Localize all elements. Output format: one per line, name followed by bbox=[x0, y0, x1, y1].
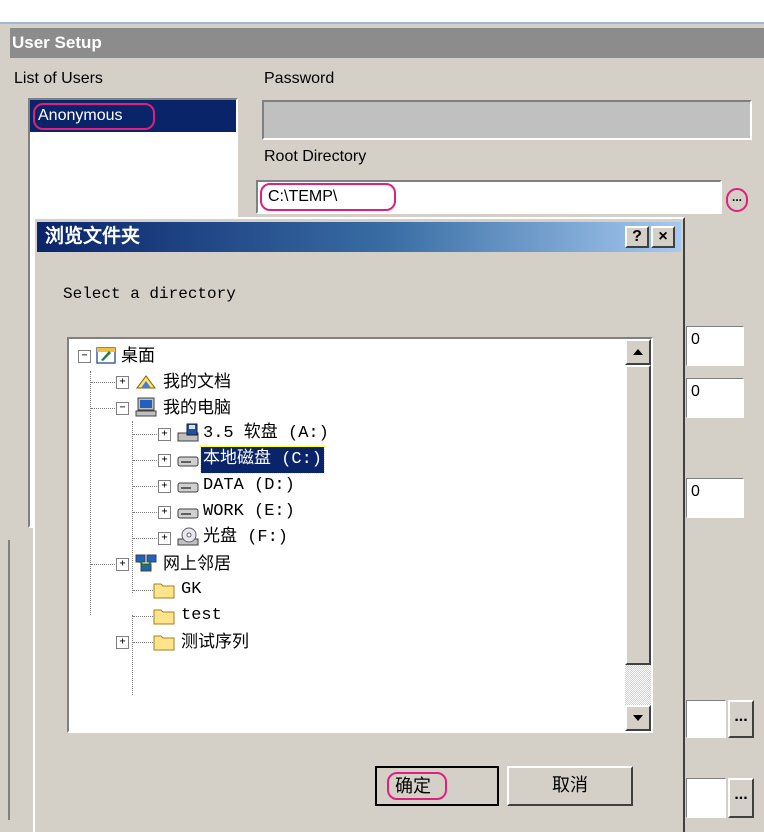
ok-button[interactable]: 确定 bbox=[375, 766, 499, 806]
folder-icon bbox=[153, 635, 175, 651]
tree-node-test[interactable]: test bbox=[69, 603, 619, 629]
tree-node-network[interactable]: + 网上邻居 bbox=[69, 551, 619, 577]
network-icon bbox=[135, 554, 157, 572]
tree-node-test-sequence[interactable]: + 测试序列 bbox=[69, 629, 619, 655]
password-label: Password bbox=[264, 70, 335, 87]
folder-icon bbox=[153, 609, 175, 625]
tree-label: WORK (E:) bbox=[203, 502, 295, 521]
tree-label: 3.5 软盘 (A:) bbox=[203, 424, 329, 443]
root-directory-label: Root Directory bbox=[264, 148, 367, 165]
cd-drive-icon bbox=[177, 527, 199, 546]
extra-field-2[interactable] bbox=[686, 778, 726, 818]
tree-node-gk[interactable]: GK bbox=[69, 577, 619, 603]
my-computer-icon bbox=[135, 397, 157, 417]
numeric-field-3[interactable]: 0 bbox=[686, 478, 744, 518]
dialog-title: 浏览文件夹 bbox=[45, 226, 141, 247]
tree-scrollbar[interactable] bbox=[625, 339, 651, 731]
folder-tree[interactable]: − 桌面 + 我的文档 − 我的电脑 + 3.5 软盘 (A:) + 本地磁盘 … bbox=[67, 337, 653, 733]
list-of-users-label: List of Users bbox=[14, 70, 103, 87]
expand-icon[interactable]: + bbox=[158, 506, 171, 519]
user-item-anonymous[interactable]: Anonymous bbox=[38, 103, 123, 129]
numeric-field-2[interactable]: 0 bbox=[686, 378, 744, 418]
password-field[interactable] bbox=[262, 100, 752, 140]
my-documents-icon bbox=[136, 375, 156, 389]
close-button[interactable]: × bbox=[651, 226, 675, 248]
scroll-track[interactable] bbox=[625, 665, 651, 705]
tree-node-data-d[interactable]: + DATA (D:) bbox=[69, 473, 619, 499]
covered-controls-edge bbox=[8, 540, 32, 820]
selected-user-row[interactable]: Anonymous bbox=[30, 100, 236, 132]
scroll-down-button[interactable] bbox=[625, 705, 651, 731]
expand-icon[interactable]: + bbox=[158, 532, 171, 545]
collapse-icon[interactable]: − bbox=[116, 402, 129, 415]
cancel-button[interactable]: 取消 bbox=[507, 766, 633, 806]
arrow-down-icon bbox=[633, 715, 643, 721]
tree-node-work-e[interactable]: + WORK (E:) bbox=[69, 499, 619, 525]
dialog-title-bar: 浏览文件夹 ? × bbox=[37, 222, 681, 252]
tree-node-cd-f[interactable]: + 光盘 (F:) bbox=[69, 525, 619, 551]
floppy-drive-icon bbox=[177, 423, 199, 442]
tree-node-floppy-a[interactable]: + 3.5 软盘 (A:) bbox=[69, 421, 619, 447]
tree-label: DATA (D:) bbox=[203, 476, 295, 495]
folder-icon bbox=[153, 583, 175, 599]
tree-label: 我的文档 bbox=[163, 372, 231, 391]
expand-icon[interactable]: + bbox=[158, 454, 171, 467]
expand-icon[interactable]: + bbox=[158, 480, 171, 493]
tree-node-my-documents[interactable]: + 我的文档 bbox=[69, 369, 619, 395]
ok-button-label: 确定 bbox=[395, 776, 431, 796]
tree-node-my-computer[interactable]: − 我的电脑 bbox=[69, 395, 619, 421]
dialog-prompt: Select a directory bbox=[63, 285, 236, 303]
tree-label: 我的电脑 bbox=[163, 398, 231, 417]
hard-drive-icon bbox=[177, 482, 199, 493]
root-directory-browse-button[interactable]: ... bbox=[726, 188, 748, 212]
numeric-field-1[interactable]: 0 bbox=[686, 326, 744, 366]
expand-icon[interactable]: + bbox=[116, 376, 129, 389]
desktop-icon bbox=[96, 347, 116, 364]
tree-label: 网上邻居 bbox=[163, 554, 231, 573]
scroll-up-button[interactable] bbox=[625, 339, 651, 365]
expand-icon[interactable]: + bbox=[158, 428, 171, 441]
collapse-icon[interactable]: − bbox=[78, 350, 91, 363]
extra-browse-button-1[interactable]: ... bbox=[728, 700, 754, 738]
tree-label: 测试序列 bbox=[181, 632, 249, 651]
window-top-strip bbox=[0, 0, 764, 24]
root-directory-value[interactable]: C:\TEMP\ bbox=[268, 184, 337, 210]
hard-drive-icon bbox=[177, 508, 199, 519]
hard-drive-icon bbox=[177, 456, 199, 467]
tree-label-selected: 本地磁盘 (C:) bbox=[199, 446, 326, 474]
arrow-up-icon bbox=[633, 349, 643, 355]
tree-node-desktop[interactable]: − 桌面 bbox=[69, 343, 619, 369]
tree-label: 光盘 (F:) bbox=[203, 528, 289, 547]
help-button[interactable]: ? bbox=[625, 226, 649, 248]
tree-label: test bbox=[181, 606, 222, 625]
tree-label: GK bbox=[181, 580, 202, 599]
expand-icon[interactable]: + bbox=[116, 558, 129, 571]
browse-folder-dialog: 浏览文件夹 ? × Select a directory − 桌面 + 我的文档… bbox=[33, 217, 685, 832]
extra-field-1[interactable] bbox=[686, 700, 726, 738]
root-directory-field[interactable]: C:\TEMP\ bbox=[256, 180, 722, 214]
user-setup-header: User Setup bbox=[10, 28, 764, 58]
extra-browse-button-2[interactable]: ... bbox=[728, 778, 754, 818]
tree-node-local-disk-c[interactable]: + 本地磁盘 (C:) bbox=[69, 446, 619, 474]
scroll-thumb[interactable] bbox=[625, 365, 651, 665]
expand-icon[interactable]: + bbox=[116, 636, 129, 649]
tree-label: 桌面 bbox=[121, 346, 155, 365]
